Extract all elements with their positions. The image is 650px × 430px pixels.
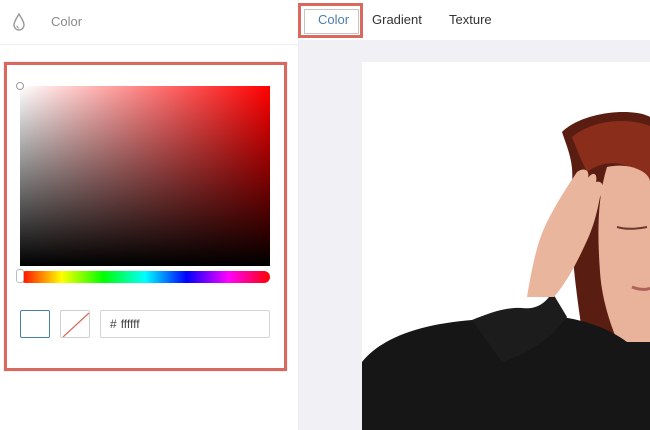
sidebar-title: Color — [51, 14, 83, 29]
fill-type-tabs: Color Gradient Texture — [298, 0, 650, 40]
portrait-image — [362, 112, 650, 430]
tab-color[interactable]: Color — [318, 12, 349, 27]
saturation-handle[interactable] — [16, 82, 24, 90]
no-color-swatch[interactable] — [60, 310, 90, 338]
no-color-icon — [62, 312, 89, 337]
tab-texture[interactable]: Texture — [449, 12, 492, 27]
saturation-brightness-area[interactable] — [20, 86, 270, 266]
current-color-swatch[interactable] — [20, 310, 50, 338]
drop-icon — [11, 12, 27, 32]
sidebar-header: Color — [0, 0, 298, 45]
hex-color-input[interactable]: # ffffff — [100, 310, 270, 338]
hue-slider[interactable] — [20, 271, 270, 283]
hex-prefix: # — [110, 317, 117, 331]
tab-gradient[interactable]: Gradient — [372, 12, 422, 27]
hue-slider-handle[interactable] — [16, 269, 24, 283]
design-canvas[interactable] — [362, 62, 650, 430]
hex-value: ffffff — [120, 317, 140, 331]
